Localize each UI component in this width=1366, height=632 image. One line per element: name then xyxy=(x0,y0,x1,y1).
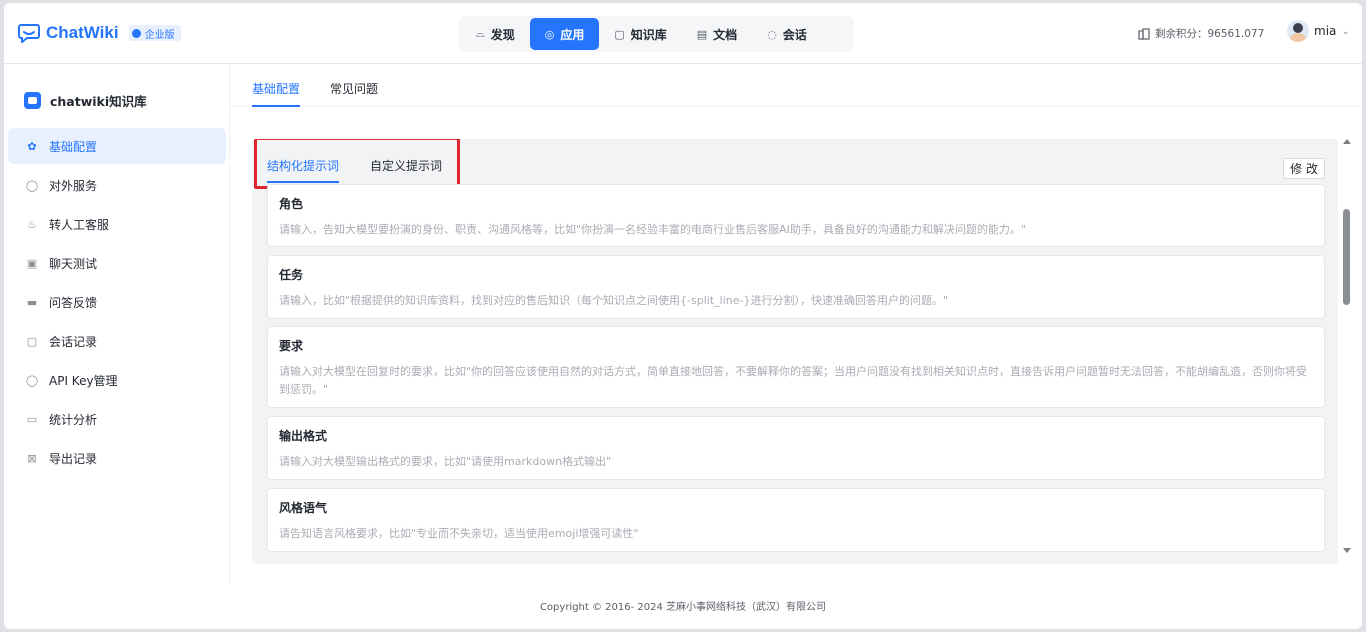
edition-badge: 企业版 xyxy=(128,25,181,41)
session-record-icon: ▢ xyxy=(26,334,38,348)
nav-app-label: 应用 xyxy=(560,27,585,42)
nav-discover-label: 发现 xyxy=(490,27,515,42)
sidebar-item-session-record[interactable]: ▢ 会话记录 xyxy=(8,323,226,359)
scroll-down-icon[interactable] xyxy=(1343,548,1351,553)
tab-basic-config[interactable]: 基础配置 xyxy=(252,80,301,107)
badge-dot-icon xyxy=(131,28,141,38)
sidebar-item-label: 统计分析 xyxy=(49,412,98,427)
robot-name: chatwiki知识库 xyxy=(50,94,147,109)
prompt-card-task[interactable]: 任务 请输入，比如"根据提供的知识库资料，找到对应的售后知识（每个知识点之间使用… xyxy=(267,255,1325,319)
prompt-panel: 结构化提示词 自定义提示词 修 改 角色 请输入，告知大模型要扮演的身份、职责、… xyxy=(252,139,1338,564)
scrollbar[interactable] xyxy=(1340,135,1354,559)
sidebar-menu: ✿ 基础配置 ◯ 对外服务 ♨ 转人工客服 ▣ 聊天测试 ▬ 问答反馈 ▢ 会话… xyxy=(8,128,226,479)
sidebar-item-external-service[interactable]: ◯ 对外服务 xyxy=(8,167,226,203)
sidebar-item-label: 会话记录 xyxy=(49,334,98,349)
sidebar: chatwiki知识库 ✿ 基础配置 ◯ 对外服务 ♨ 转人工客服 ▣ 聊天测试… xyxy=(4,64,230,584)
sidebar-item-api-key[interactable]: ◯ API Key管理 xyxy=(8,362,226,398)
nav-app[interactable]: ◎ 应用 xyxy=(529,18,600,50)
logo[interactable]: ChatWiki 企业版 xyxy=(18,23,181,43)
nav-knowledge-base[interactable]: ▢ 知识库 xyxy=(599,18,681,50)
card-title: 任务 xyxy=(279,268,304,282)
user-menu[interactable]: mia ⌄ xyxy=(1287,20,1350,42)
top-nav: ⌓ 发现 ◎ 应用 ▢ 知识库 ▤ 文档 ◌ 会话 xyxy=(459,16,854,52)
statistics-icon: ▭ xyxy=(26,412,38,426)
card-title: 角色 xyxy=(279,197,304,211)
discover-icon: ⌓ xyxy=(476,27,485,40)
scroll-thumb[interactable] xyxy=(1343,209,1350,305)
sidebar-item-label: 转人工客服 xyxy=(49,217,110,232)
card-title: 风格语气 xyxy=(279,501,328,515)
nav-document-label: 文档 xyxy=(713,27,738,42)
sidebar-item-export-record[interactable]: ⊠ 导出记录 xyxy=(8,440,226,476)
sidebar-item-label: 对外服务 xyxy=(49,178,98,193)
tab-faq[interactable]: 常见问题 xyxy=(330,80,378,97)
app-icon: ◎ xyxy=(544,27,555,41)
edition-badge-label: 企业版 xyxy=(144,29,175,41)
prompt-card-role[interactable]: 角色 请输入，告知大模型要扮演的身份、职责、沟通风格等，比如"你扮演一名经验丰富… xyxy=(267,184,1325,247)
logo-text: ChatWiki xyxy=(46,23,119,42)
nav-chat-label: 会话 xyxy=(782,27,807,42)
robot-icon xyxy=(24,92,41,109)
agent-handoff-icon: ♨ xyxy=(27,217,37,231)
document-icon: ▤ xyxy=(696,27,708,41)
prompt-card-requirements[interactable]: 要求 请输入对大模型在回复时的要求，比如"你的回答应该使用自然的对话方式，简单直… xyxy=(267,326,1325,408)
nav-chat[interactable]: ◌ 会话 xyxy=(752,18,822,50)
chevron-down-icon: ⌄ xyxy=(1341,25,1350,37)
api-key-icon: ◯ xyxy=(25,373,39,387)
config-tabs: 基础配置 常见问题 xyxy=(230,64,1362,107)
username: mia xyxy=(1314,24,1337,38)
sidebar-item-label: 聊天测试 xyxy=(49,256,98,271)
nav-knowledge-base-label: 知识库 xyxy=(630,27,667,42)
card-placeholder: 请输入对大模型输出格式的要求，比如"请使用markdown格式输出" xyxy=(279,455,612,468)
sidebar-item-label: 问答反馈 xyxy=(49,295,98,310)
prompt-card-output-format[interactable]: 输出格式 请输入对大模型输出格式的要求，比如"请使用markdown格式输出" xyxy=(267,416,1325,480)
remaining-points[interactable]: 剩余积分：96561.077 xyxy=(1138,26,1264,41)
scroll-up-icon[interactable] xyxy=(1343,139,1351,144)
footer-copyright: Copyright © 2016- 2024 芝麻小事网络科技（武汉）有限公司 xyxy=(539,602,827,613)
knowledge-base-icon: ▢ xyxy=(614,27,625,41)
sidebar-item-agent-handoff[interactable]: ♨ 转人工客服 xyxy=(8,206,226,242)
tab-structured-prompt[interactable]: 结构化提示词 xyxy=(267,157,340,183)
sidebar-item-label: 导出记录 xyxy=(49,451,98,466)
robot-title: chatwiki知识库 xyxy=(24,91,147,110)
sidebar-item-label: 基础配置 xyxy=(49,139,98,154)
feedback-icon: ▬ xyxy=(26,295,38,309)
sidebar-item-feedback[interactable]: ▬ 问答反馈 xyxy=(8,284,226,320)
card-placeholder: 请输入，比如"根据提供的知识库资料，找到对应的售后知识（每个知识点之间使用{-s… xyxy=(279,294,949,307)
top-header: ChatWiki 企业版 ⌓ 发现 ◎ 应用 ▢ 知识库 ▤ 文档 ◌ 会话 剩… xyxy=(4,3,1362,64)
card-title: 要求 xyxy=(279,339,304,353)
app-window: ChatWiki 企业版 ⌓ 发现 ◎ 应用 ▢ 知识库 ▤ 文档 ◌ 会话 剩… xyxy=(4,3,1362,629)
chatwiki-logo-icon xyxy=(18,24,40,43)
card-placeholder: 请输入，告知大模型要扮演的身份、职责、沟通风格等，比如"你扮演一名经验丰富的电商… xyxy=(279,223,1026,236)
avatar xyxy=(1287,20,1309,42)
card-placeholder: 请告知语言风格要求，比如"专业而不失亲切，适当使用emoji增强可读性" xyxy=(279,527,639,540)
edit-button[interactable]: 修 改 xyxy=(1283,158,1325,179)
chat-test-icon: ▣ xyxy=(26,256,38,270)
sidebar-item-chat-test[interactable]: ▣ 聊天测试 xyxy=(8,245,226,281)
points-icon xyxy=(1138,27,1150,40)
prompt-card-style-tone[interactable]: 风格语气 请告知语言风格要求，比如"专业而不失亲切，适当使用emoji增强可读性… xyxy=(267,488,1325,552)
card-title: 输出格式 xyxy=(279,429,328,443)
chat-icon: ◌ xyxy=(767,27,777,41)
nav-document[interactable]: ▤ 文档 xyxy=(682,18,752,50)
external-service-icon: ◯ xyxy=(25,178,39,192)
card-placeholder: 请输入对大模型在回复时的要求，比如"你的回答应该使用自然的对话方式，简单直接地回… xyxy=(279,365,1308,396)
nav-discover[interactable]: ⌓ 发现 xyxy=(461,18,530,50)
sidebar-item-basic-config[interactable]: ✿ 基础配置 xyxy=(8,128,226,164)
tab-custom-prompt[interactable]: 自定义提示词 xyxy=(370,157,442,174)
sidebar-item-statistics[interactable]: ▭ 统计分析 xyxy=(8,401,226,437)
points-text: 剩余积分：96561.077 xyxy=(1155,28,1265,40)
sidebar-item-label: API Key管理 xyxy=(49,373,118,388)
main-content: 基础配置 常见问题 结构化提示词 自定义提示词 修 改 角色 请输入，告知大模型… xyxy=(230,64,1362,584)
settings-icon: ✿ xyxy=(27,139,37,153)
export-record-icon: ⊠ xyxy=(27,451,37,465)
